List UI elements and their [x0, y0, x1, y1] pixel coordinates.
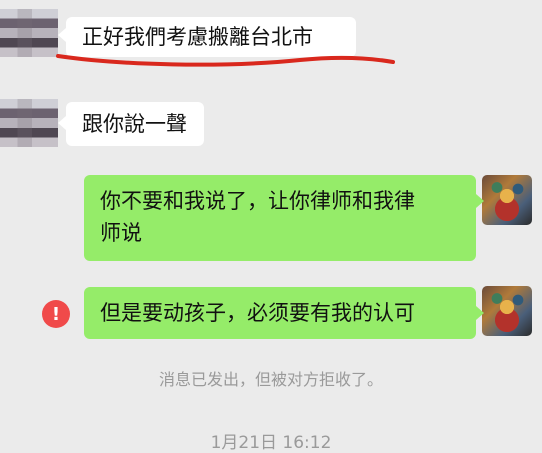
bubble-tail	[476, 306, 484, 320]
my-avatar[interactable]	[482, 175, 532, 225]
message-text-line: 师说	[100, 221, 142, 245]
message-bubble[interactable]: 跟你說一聲	[66, 102, 204, 146]
message-text: 但是要动孩子，必须要有我的认可	[100, 301, 415, 325]
bubble-tail	[476, 194, 484, 208]
message-bubble[interactable]: 你不要和我说了，让你律师和我律 师说	[84, 175, 476, 261]
my-avatar[interactable]	[482, 286, 532, 336]
bubble-tail	[58, 116, 66, 130]
system-notice: 消息已发出，但被对方拒收了。	[158, 370, 383, 389]
message-bubble[interactable]: 但是要动孩子，必须要有我的认可	[84, 287, 476, 339]
timestamp: 1月21日 16:12	[210, 433, 332, 453]
send-failed-icon[interactable]: !	[42, 300, 70, 328]
sender-avatar[interactable]	[0, 99, 58, 147]
message-text: 跟你說一聲	[82, 112, 187, 136]
exclamation-mark: !	[51, 303, 61, 325]
message-text-line: 你不要和我说了，让你律师和我律	[100, 189, 415, 213]
